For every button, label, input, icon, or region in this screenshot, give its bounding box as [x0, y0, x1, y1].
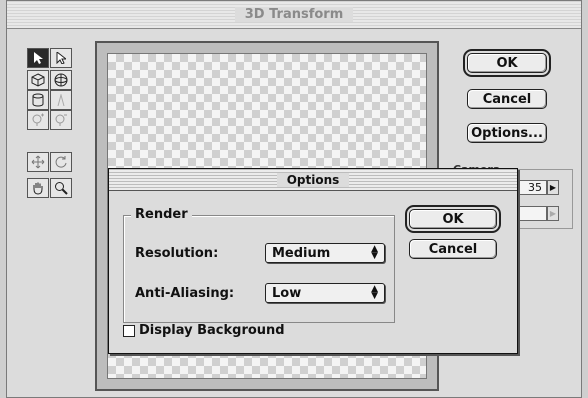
- display-background-label[interactable]: Display Background: [139, 323, 285, 338]
- anti-aliasing-label: Anti-Aliasing:: [135, 286, 235, 301]
- popup-arrows-icon: ▲ ▼: [371, 284, 378, 301]
- lens-arrow-icon[interactable]: ▶: [547, 206, 559, 221]
- render-group-label: Render: [131, 207, 192, 222]
- pan-camera-tool-icon[interactable]: [27, 152, 49, 172]
- direct-selection-tool-icon[interactable]: [50, 48, 72, 68]
- cancel-button[interactable]: Cancel: [467, 89, 547, 109]
- options-dialog: Options Render Resolution: Medium ▲ ▼ Ant…: [108, 168, 518, 354]
- resolution-value: Medium: [272, 245, 331, 261]
- window-title: 3D Transform: [234, 7, 354, 22]
- options-dialog-title: Options: [276, 172, 350, 187]
- window-title-bar[interactable]: 3D Transform: [7, 1, 581, 29]
- anti-aliasing-value: Low: [272, 285, 302, 301]
- options-ok-button[interactable]: OK: [405, 205, 501, 233]
- add-light-tool-icon[interactable]: [27, 110, 49, 130]
- hand-tool-icon[interactable]: [27, 178, 49, 198]
- selection-tool-icon[interactable]: [27, 48, 49, 68]
- options-cancel-button[interactable]: Cancel: [409, 239, 497, 259]
- remove-light-tool-icon[interactable]: [50, 110, 72, 130]
- anti-aliasing-popup[interactable]: Low ▲ ▼: [265, 283, 385, 303]
- resolution-label: Resolution:: [135, 246, 219, 261]
- trackball-tool-icon[interactable]: [50, 152, 72, 172]
- popup-arrows-icon: ▲ ▼: [371, 244, 378, 261]
- cylinder-tool-icon[interactable]: [27, 90, 49, 110]
- render-group: [123, 215, 395, 323]
- convert-anchor-point-tool-icon[interactable]: [50, 90, 72, 110]
- zoom-tool-icon[interactable]: [50, 178, 72, 198]
- resolution-popup[interactable]: Medium ▲ ▼: [265, 243, 385, 263]
- options-dialog-title-bar[interactable]: Options: [109, 169, 517, 191]
- sphere-tool-icon[interactable]: [50, 70, 72, 90]
- display-background-checkbox[interactable]: [123, 325, 135, 337]
- field-of-view-arrow-icon[interactable]: ▶: [547, 180, 559, 195]
- ok-button[interactable]: OK: [463, 49, 551, 77]
- options-button[interactable]: Options...: [467, 123, 547, 143]
- tool-palette: [27, 48, 75, 210]
- cube-tool-icon[interactable]: [27, 70, 49, 90]
